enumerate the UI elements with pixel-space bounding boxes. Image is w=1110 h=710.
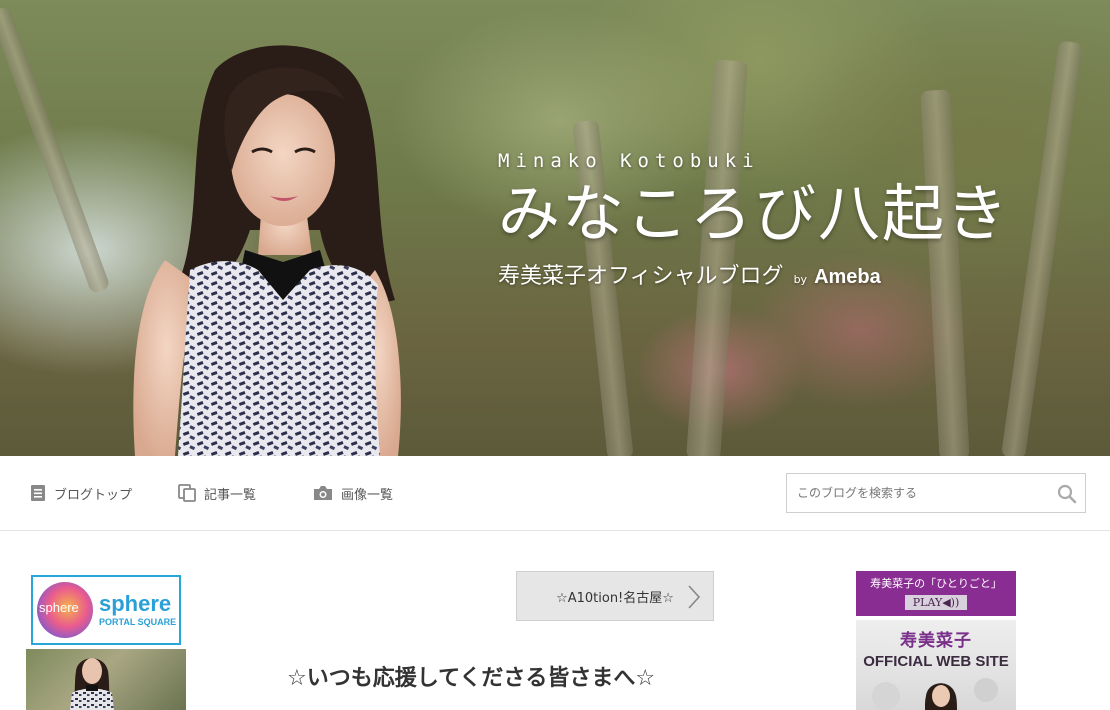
nav-image-list[interactable]: 画像一覧 <box>313 456 393 530</box>
search-icon[interactable] <box>1057 484 1077 504</box>
play-button[interactable]: PLAY◀)) <box>904 595 968 610</box>
ameba-logo: Ameba <box>814 266 881 288</box>
banner-tree-trunk <box>1000 40 1084 456</box>
profile-image[interactable] <box>26 649 186 710</box>
blog-title[interactable]: みなころび八起き <box>498 178 1010 250</box>
nav-blog-top-label: ブログトップ <box>54 487 133 503</box>
blog-subtitle-text: 寿美菜子オフィシャルブログ <box>498 264 784 289</box>
sphere-logo-icon: sphere <box>37 582 93 638</box>
next-article-button[interactable]: ☆A10tion!名古屋☆ <box>516 571 714 621</box>
banner-name-en: Minako Kotobuki <box>498 150 760 172</box>
chevron-right-icon <box>688 585 701 609</box>
official-site-banner[interactable]: 寿美菜子 OFFICIAL WEB SITE <box>856 620 1016 710</box>
sphere-subtitle: PORTAL SQUARE <box>99 617 177 627</box>
hitorigoto-banner[interactable]: 寿美菜子の「ひとりごと」 PLAY◀)) <box>856 571 1016 616</box>
nav-blog-top[interactable]: ブログトップ <box>30 456 132 530</box>
banner-portrait <box>133 45 401 456</box>
camera-icon <box>314 486 332 500</box>
sphere-portal-banner[interactable]: sphere sphere PORTAL SQUARE <box>31 575 181 645</box>
official-site-name: 寿美菜子 <box>900 631 972 651</box>
header-banner[interactable]: Minako Kotobuki みなころび八起き 寿美菜子オフィシャルブログ by… <box>0 0 1110 456</box>
sphere-text-group: sphere PORTAL SQUARE <box>99 593 176 627</box>
blog-navbar: ブログトップ 記事一覧 画像一覧 <box>0 456 1110 531</box>
nav-article-list[interactable]: 記事一覧 <box>178 456 256 530</box>
document-icon <box>31 485 45 501</box>
nav-image-list-label: 画像一覧 <box>341 487 394 503</box>
hitorigoto-title: 寿美菜子の「ひとりごと」 <box>870 577 1002 590</box>
by-label: by <box>793 273 808 286</box>
next-article-label: ☆A10tion!名古屋☆ <box>556 590 674 606</box>
sphere-word: sphere <box>99 591 172 616</box>
blog-subtitle: 寿美菜子オフィシャルブログ by Ameba <box>498 258 1010 290</box>
official-site-portrait <box>872 678 998 710</box>
profile-portrait <box>70 658 114 710</box>
sphere-logo-text: sphere <box>39 600 79 615</box>
nav-article-list-label: 記事一覧 <box>204 487 257 503</box>
post-title[interactable]: ☆いつも応援してくださる皆さまへ☆ <box>287 660 655 692</box>
banner-title-group: Minako Kotobuki みなころび八起き 寿美菜子オフィシャルブログ by… <box>498 150 1010 290</box>
blog-search-box <box>786 473 1086 513</box>
copy-icon <box>178 484 196 502</box>
blog-search-input[interactable] <box>787 475 1047 511</box>
